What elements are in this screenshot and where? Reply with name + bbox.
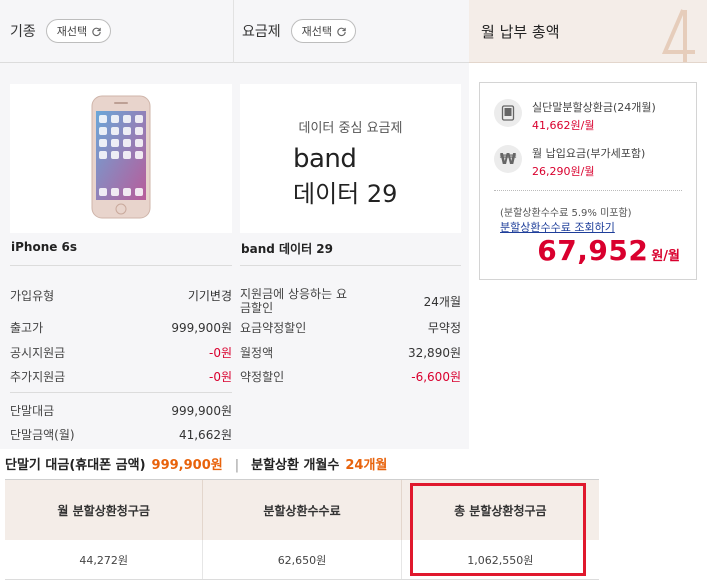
device-row-public-subsidy: 공시지원금 -0원 bbox=[10, 344, 232, 361]
device-header-title: 기종 bbox=[10, 24, 36, 40]
row-label: 추가지원금 bbox=[10, 370, 66, 384]
step-number-decoration bbox=[661, 9, 695, 62]
device-row-monthly-cost: 단말금액(월) 41,662원 bbox=[10, 426, 232, 443]
device-row-release-price: 출고가 999,900원 bbox=[10, 319, 232, 336]
fee-lookup-link[interactable]: 분할상환수수료 조회하기 bbox=[500, 219, 615, 235]
row-label: 가입유형 bbox=[10, 289, 55, 303]
reselect-label: 재선택 bbox=[301, 25, 333, 38]
plan-header: 요금제 재선택 bbox=[233, 0, 469, 63]
installment-months-value: 24개월 bbox=[345, 458, 388, 473]
monthly-summary-card: 실단말분할상환금(24개월) 41,662원/월 ₩ 월 납입요금(부가세포함)… bbox=[479, 82, 697, 280]
plan-reselect-button[interactable]: 재선택 bbox=[290, 19, 357, 43]
table-header-cell: 분할상환수수료 bbox=[203, 480, 402, 540]
row-label: 단말대금 bbox=[10, 404, 55, 418]
device-row-join-type: 가입유형 기기변경 bbox=[10, 287, 232, 304]
summary-item-value: 26,290원/월 bbox=[532, 165, 595, 178]
fee-note: (분할상환수수료 5.9% 미포함) bbox=[500, 208, 632, 219]
plan-divider bbox=[240, 265, 461, 266]
plan-header-title: 요금제 bbox=[242, 24, 281, 40]
phone-image bbox=[91, 95, 151, 219]
won-icon: ₩ bbox=[494, 145, 522, 173]
monthly-total: 67,952 원/월 bbox=[537, 234, 680, 267]
plan-row-agreement-discount: 약정할인 -6,600원 bbox=[240, 368, 461, 385]
row-value: 기기변경 bbox=[187, 289, 232, 303]
device-image-box bbox=[10, 84, 232, 233]
table-cell: 62,650원 bbox=[203, 540, 402, 579]
row-label: 요금약정할인 bbox=[240, 321, 307, 335]
table-header-cell: 월 분할상환청구금 bbox=[5, 480, 204, 540]
device-column: 기종 재선택 bbox=[0, 0, 233, 63]
plan-image-name-line2: 데이터 29 bbox=[293, 180, 398, 208]
row-label: 약정할인 bbox=[240, 370, 285, 384]
summary-divider bbox=[494, 190, 682, 191]
device-price-value: 999,900원 bbox=[151, 458, 223, 473]
installment-summary-line: 단말기 대금(휴대폰 금액) 999,900원 | 분할상환 개월수 24개월 bbox=[5, 454, 387, 473]
monthly-total-value: 67,952 bbox=[537, 234, 649, 267]
plan-column: 요금제 재선택 bbox=[233, 0, 469, 63]
table-cell: 44,272원 bbox=[5, 540, 204, 579]
summary-item-device-installment: 실단말분할상환금(24개월) 41,662원/월 bbox=[494, 99, 656, 133]
plan-image-box: 데이터 중심 요금제 band 데이터 29 bbox=[240, 84, 461, 233]
row-value: 999,900원 bbox=[171, 321, 232, 335]
row-value: -0원 bbox=[208, 370, 232, 384]
tablet-icon bbox=[494, 99, 522, 127]
device-divider bbox=[10, 265, 232, 266]
reselect-label: 재선택 bbox=[56, 25, 88, 38]
plan-row-monthly-fee: 월정액 32,890원 bbox=[240, 344, 461, 361]
row-value: -0원 bbox=[208, 346, 232, 360]
refresh-icon bbox=[92, 27, 101, 36]
total-header-title: 월 납부 총액 bbox=[481, 22, 560, 41]
row-value: -6,600원 bbox=[411, 370, 461, 384]
plan-tag: 데이터 중심 요금제 bbox=[298, 121, 403, 136]
total-column: 월 납부 총액 bbox=[469, 0, 707, 63]
installment-months-label: 분할상환 개월수 bbox=[251, 458, 340, 473]
summary-item-label: 월 납입요금(부가세포함) bbox=[532, 147, 646, 160]
device-row-device-cost: 단말대금 999,900원 bbox=[10, 402, 232, 419]
row-label: 월정액 bbox=[240, 346, 274, 360]
row-value: 32,890원 bbox=[407, 346, 461, 360]
row-label: 출고가 bbox=[10, 321, 44, 335]
device-reselect-button[interactable]: 재선택 bbox=[45, 19, 112, 43]
row-label: 단말금액(월) bbox=[10, 428, 75, 442]
plan-row-selective-discount: 지원금에 상응하는 요금할인 24개월 bbox=[240, 287, 461, 315]
device-price-label: 단말기 대금(휴대폰 금액) bbox=[5, 458, 146, 473]
summary-item-value: 41,662원/월 bbox=[532, 119, 595, 132]
summary-divider-bar: | bbox=[234, 458, 240, 473]
summary-item-label: 실단말분할상환금(24개월) bbox=[532, 101, 656, 114]
device-header: 기종 재선택 bbox=[0, 0, 233, 63]
plan-image-name-line1: band bbox=[293, 144, 357, 174]
row-value: 24개월 bbox=[423, 294, 461, 309]
device-row-extra-subsidy: 추가지원금 -0원 bbox=[10, 368, 232, 385]
row-value: 무약정 bbox=[427, 321, 461, 335]
total-header: 월 납부 총액 bbox=[469, 0, 707, 63]
total-installment-highlight-box bbox=[410, 483, 586, 576]
plan-row-contract-discount: 요금약정할인 무약정 bbox=[240, 319, 461, 336]
summary-item-monthly-fee: ₩ 월 납입요금(부가세포함) 26,290원/월 bbox=[494, 145, 645, 179]
device-name: iPhone 6s bbox=[11, 240, 78, 254]
row-value: 999,900원 bbox=[171, 404, 232, 418]
row-label: 공시지원금 bbox=[10, 346, 66, 360]
row-value: 41,662원 bbox=[178, 428, 232, 442]
refresh-icon bbox=[337, 27, 346, 36]
device-rows-divider bbox=[10, 392, 232, 393]
plan-name: band 데이터 29 bbox=[241, 242, 333, 256]
row-label: 지원금에 상응하는 요금할인 bbox=[240, 287, 347, 315]
monthly-total-unit: 원/월 bbox=[651, 249, 680, 264]
